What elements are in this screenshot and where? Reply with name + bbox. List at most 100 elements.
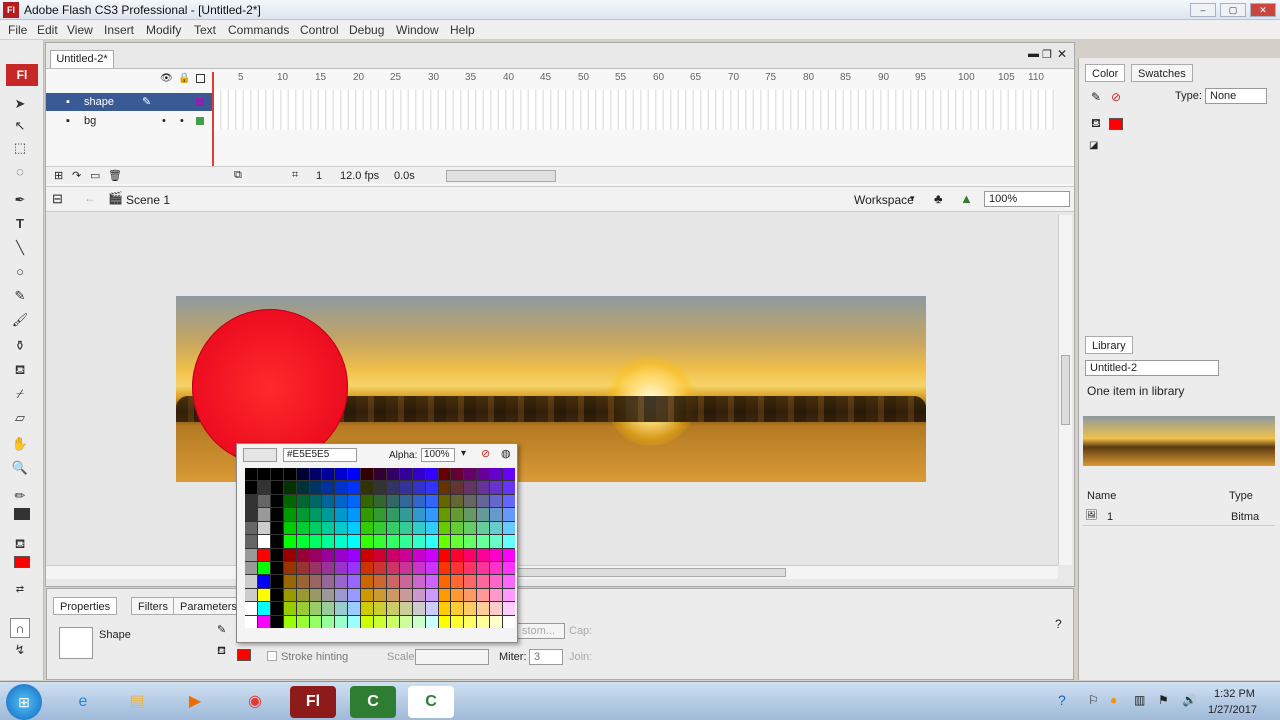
color-swatch[interactable] <box>361 535 374 548</box>
color-swatch[interactable] <box>245 561 257 575</box>
color-swatch[interactable] <box>464 535 477 548</box>
color-swatch[interactable] <box>296 561 309 575</box>
lock-icon[interactable]: 🔒 <box>178 73 190 84</box>
color-swatch[interactable] <box>386 561 399 575</box>
color-swatch[interactable] <box>503 548 515 561</box>
text-tool-icon[interactable]: T <box>10 214 30 234</box>
color-swatch[interactable] <box>309 602 322 615</box>
color-swatch[interactable] <box>425 521 438 535</box>
color-swatch[interactable] <box>412 508 425 521</box>
flash-taskbar-icon[interactable]: Fl <box>290 686 336 718</box>
stroke-color-icon[interactable]: ✏ <box>10 486 30 506</box>
col-name[interactable]: Name <box>1087 490 1116 502</box>
color-swatch[interactable] <box>296 615 309 628</box>
color-swatch[interactable] <box>425 588 438 602</box>
color-swatch[interactable] <box>361 481 374 494</box>
color-swatch[interactable] <box>477 481 490 494</box>
back-arrow-icon[interactable]: ← <box>84 191 96 205</box>
color-swatch[interactable] <box>425 494 438 508</box>
selection-tool-icon[interactable]: ➤ <box>10 94 30 114</box>
color-swatch[interactable] <box>296 548 309 561</box>
color-swatch[interactable] <box>322 561 335 575</box>
color-swatch[interactable] <box>270 548 283 561</box>
color-swatch[interactable] <box>361 575 374 588</box>
color-swatch[interactable] <box>335 521 348 535</box>
fill-color-swatch[interactable] <box>14 556 30 568</box>
color-swatch[interactable] <box>386 494 399 508</box>
tray-icon[interactable]: ● <box>1110 693 1117 707</box>
color-swatch[interactable] <box>386 575 399 588</box>
color-swatch[interactable] <box>399 548 412 561</box>
color-swatch[interactable] <box>490 494 503 508</box>
color-swatch[interactable] <box>257 615 270 628</box>
color-swatch[interactable] <box>335 561 348 575</box>
no-color-icon[interactable]: ⊘ <box>481 447 490 460</box>
tab-color[interactable]: Color <box>1085 64 1126 82</box>
color-swatch[interactable] <box>374 602 386 615</box>
color-swatch[interactable] <box>464 575 477 588</box>
color-swatch[interactable] <box>503 494 515 508</box>
scale-select[interactable] <box>415 649 489 665</box>
color-swatch[interactable] <box>477 521 490 535</box>
color-swatch[interactable] <box>451 548 464 561</box>
color-swatch[interactable] <box>490 468 503 481</box>
color-swatch[interactable] <box>335 535 348 548</box>
color-swatch[interactable] <box>438 481 451 494</box>
color-swatch[interactable] <box>335 494 348 508</box>
library-doc-select[interactable]: Untitled-2 <box>1085 360 1219 376</box>
color-swatch[interactable] <box>270 468 283 481</box>
color-swatch[interactable] <box>361 548 374 561</box>
color-swatch[interactable] <box>374 615 386 628</box>
color-swatch[interactable] <box>412 494 425 508</box>
color-swatch[interactable] <box>348 615 361 628</box>
color-swatch[interactable] <box>490 615 503 628</box>
color-swatch[interactable] <box>361 615 374 628</box>
color-swatch[interactable] <box>283 588 296 602</box>
color-swatch[interactable] <box>296 481 309 494</box>
color-swatch[interactable] <box>309 548 322 561</box>
color-swatch[interactable] <box>490 521 503 535</box>
color-swatch[interactable] <box>361 561 374 575</box>
menu-edit[interactable]: Edit <box>37 23 58 37</box>
color-swatch[interactable] <box>412 588 425 602</box>
color-swatch[interactable] <box>451 588 464 602</box>
frame-rate[interactable]: 12.0 fps <box>340 170 379 182</box>
color-swatch[interactable] <box>361 508 374 521</box>
color-swatch[interactable] <box>425 468 438 481</box>
chrome-icon[interactable]: ◉ <box>232 686 278 718</box>
tray-icon[interactable]: ⚐ <box>1088 693 1099 707</box>
swatch-grid[interactable] <box>245 468 515 628</box>
color-swatch[interactable] <box>477 575 490 588</box>
col-type[interactable]: Type <box>1229 490 1253 502</box>
color-swatch[interactable] <box>412 602 425 615</box>
doc-restore-icon[interactable]: ❐ <box>1042 48 1052 61</box>
timeline-scrollbar[interactable] <box>446 170 556 182</box>
color-swatch[interactable] <box>245 481 257 494</box>
media-player-icon[interactable]: ▶ <box>172 686 218 718</box>
volume-icon[interactable]: 🔊 <box>1182 693 1197 707</box>
color-swatch[interactable] <box>399 588 412 602</box>
hand-tool-icon[interactable]: ✋ <box>10 434 30 454</box>
color-swatch[interactable] <box>477 468 490 481</box>
color-swatch[interactable] <box>322 481 335 494</box>
color-swatch[interactable] <box>309 494 322 508</box>
zoom-tool-icon[interactable]: 🔍 <box>10 458 30 478</box>
color-swatch[interactable] <box>464 508 477 521</box>
tab-swatches[interactable]: Swatches <box>1131 64 1193 82</box>
menu-text[interactable]: Text <box>194 23 216 37</box>
color-swatch[interactable] <box>412 535 425 548</box>
alpha-input[interactable]: 100% <box>421 448 455 462</box>
document-tab[interactable]: Untitled-2* <box>50 50 114 68</box>
playhead[interactable] <box>212 72 214 172</box>
doc-minimize-icon[interactable]: ▬ <box>1028 48 1039 60</box>
color-swatch[interactable] <box>257 548 270 561</box>
menu-modify[interactable]: Modify <box>146 23 181 37</box>
color-swatch[interactable] <box>335 588 348 602</box>
red-circle-shape[interactable] <box>192 309 348 465</box>
color-swatch[interactable] <box>283 561 296 575</box>
eye-icon[interactable]: 👁 <box>160 73 173 84</box>
color-swatch[interactable] <box>322 535 335 548</box>
color-swatch[interactable] <box>270 561 283 575</box>
color-swatch[interactable] <box>296 468 309 481</box>
color-swatch[interactable] <box>438 494 451 508</box>
